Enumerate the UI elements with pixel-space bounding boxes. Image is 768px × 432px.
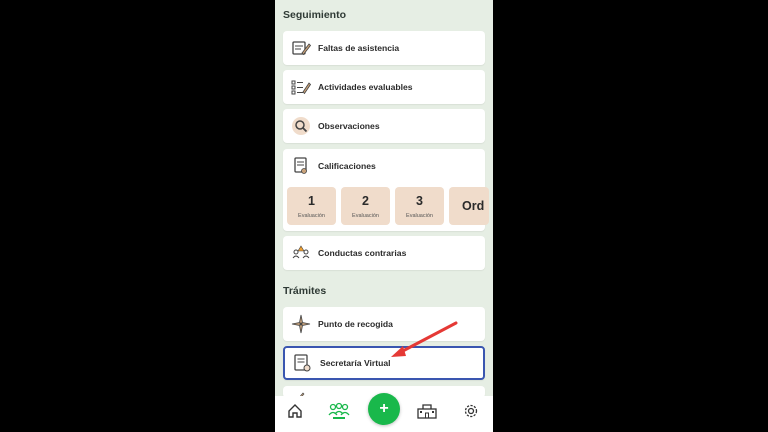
- faltas-asistencia-label: Faltas de asistencia: [318, 43, 400, 53]
- checklist-pencil-icon: [291, 77, 311, 97]
- school-icon: [417, 403, 437, 424]
- conductas-contrarias-item[interactable]: Conductas contrarias: [283, 236, 485, 270]
- grade-tile-1[interactable]: 1 Evaluación: [287, 187, 336, 225]
- nav-settings[interactable]: [460, 402, 482, 424]
- grade-label: Evaluación: [406, 212, 433, 219]
- secretaria-virtual-item[interactable]: Secretaría Virtual: [283, 346, 485, 380]
- calificaciones-item[interactable]: Calificaciones: [283, 149, 485, 183]
- actividades-evaluables-item[interactable]: Actividades evaluables: [283, 70, 485, 104]
- nav-students[interactable]: [328, 402, 350, 424]
- add-fab-button[interactable]: +: [368, 393, 400, 425]
- students-icon: [328, 402, 350, 425]
- conductas-contrarias-label: Conductas contrarias: [318, 248, 407, 258]
- observaciones-item[interactable]: Observaciones: [283, 109, 485, 143]
- compass-star-icon: [291, 314, 311, 334]
- actividades-evaluables-label: Actividades evaluables: [318, 82, 413, 92]
- app-screen: Seguimiento Faltas de asistencia Activid…: [275, 0, 493, 432]
- punto-recogida-item[interactable]: Punto de recogida: [283, 307, 485, 341]
- grade-label: Evaluación: [352, 212, 379, 219]
- grade-tile-3[interactable]: 3 Evaluación: [395, 187, 444, 225]
- grade-tile-ord[interactable]: Ord: [449, 187, 489, 225]
- grade-label: Evaluación: [298, 212, 325, 219]
- grades-row: 1 Evaluación 2 Evaluación 3 Evaluación O…: [287, 187, 489, 225]
- grade-number: Ord: [462, 199, 485, 213]
- grade-tile-2[interactable]: 2 Evaluación: [341, 187, 390, 225]
- warning-people-icon: [291, 243, 311, 263]
- pencil-calendar-icon: [291, 38, 311, 58]
- nav-school[interactable]: [416, 402, 438, 424]
- section-title-seguimiento: Seguimiento: [283, 9, 347, 21]
- home-icon: [287, 403, 303, 424]
- calificaciones-card: Calificaciones 1 Evaluación 2 Evaluación…: [283, 149, 489, 231]
- nav-home[interactable]: [284, 402, 306, 424]
- grade-number: 3: [416, 193, 423, 208]
- punto-recogida-label: Punto de recogida: [318, 319, 393, 329]
- gear-icon: [463, 403, 479, 424]
- calificaciones-label: Calificaciones: [318, 161, 376, 171]
- grade-number: 1: [308, 193, 315, 208]
- grade-number: 2: [362, 193, 369, 208]
- document-seal-icon: [293, 353, 313, 373]
- observaciones-label: Observaciones: [318, 121, 380, 131]
- magnifier-icon: [291, 116, 311, 136]
- certificate-icon: [291, 156, 311, 176]
- section-title-tramites: Trámites: [283, 285, 327, 297]
- secretaria-virtual-label: Secretaría Virtual: [320, 358, 391, 368]
- faltas-asistencia-item[interactable]: Faltas de asistencia: [283, 31, 485, 65]
